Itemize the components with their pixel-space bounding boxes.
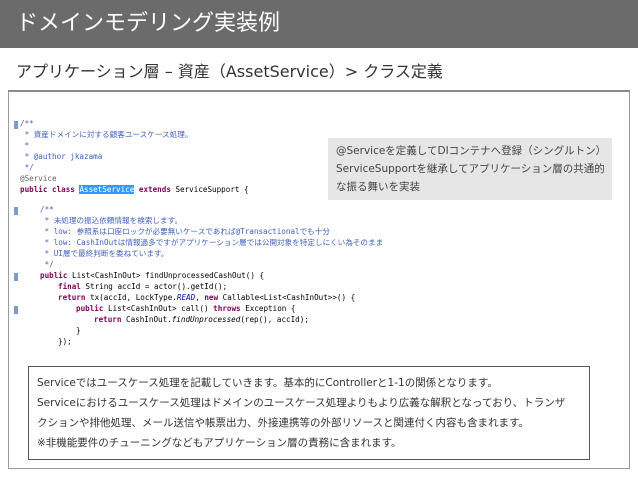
description-text: ※非機能要件のチューニングなどもアプリケーション層の責務に含まれます。 [37,437,402,449]
callout-text: な振る舞いを実装 [336,181,420,193]
callout-text: @Serviceを定義してDIコンテナへ登録（シングルトン） [336,145,607,157]
code-text: CashInOut. [126,315,172,324]
fold-marker-icon [14,207,18,215]
code-line: * 資産ドメインに対する顧客ユースケース処理。 [20,130,193,139]
code-line: return CashInOut.findUnprocessed(rep(), … [94,314,309,325]
code-line: final String accId = actor().getId(); [58,281,227,292]
fold-marker-icon [14,273,18,281]
code-line-annotation: @Service [20,174,57,183]
callout-text: ServiceSupportを継承してアプリケーション層の共通的 [336,163,605,175]
keyword: return [94,315,127,324]
code-line: public List<CashInOut> call() throws Exc… [76,303,295,314]
code-text: (rep(), accId); [240,315,309,324]
slide-title: ドメインモデリング実装例 [16,11,281,36]
fold-marker-icon [14,121,18,129]
code-text: List<CashInOut> call() [108,304,214,313]
code-line: */ [40,260,54,269]
keyword: throws [213,304,246,313]
keyword: final [58,282,86,291]
code-line-method-declaration: public List<CashInOut> findUnprocessedCa… [40,270,264,281]
description-text: Serviceにおけるユースケース処理はドメインのユースケース処理よりもより広義… [37,397,566,409]
code-line: * @author jkazama [20,152,103,161]
code-line: * UI層で最終判断を委ねています。 [40,249,169,258]
code-text: Exception { [245,304,296,313]
code-text: List<CashInOut> findUnprocessedCashOut()… [72,271,265,280]
selected-class-name: AssetService [79,185,135,194]
constant-field: READ [176,293,196,302]
keyword: new [204,293,223,302]
keyword: public class [20,185,80,194]
code-line: } [40,347,45,348]
code-line: /** [20,119,34,128]
description-text: クションや排他処理、メール送信や帳票出力、外接連携等の外部リソースと関連付く内容… [37,417,529,429]
static-method: findUnprocessed [171,315,241,324]
keyword: public [40,271,73,280]
fold-marker-icon [14,306,18,314]
code-line: * [20,141,30,150]
code-line: * 未処理の振込依頼情報を検索します。 [40,216,183,225]
code-line: * low: CashInOutは情報過多ですがアプリケーション層では公開対象を… [40,238,384,247]
code-line: }); [58,337,72,346]
keyword: public [76,304,109,313]
code-line: /** [40,205,54,214]
description-text: Serviceではユースケース処理を記載していきます。基本的にControlle… [37,377,498,389]
slide-subtitle: アプリケーション層 – 資産（AssetService）> クラス定義 [16,62,443,81]
code-text: String accId = actor().getId(); [85,282,228,291]
code-line-class-declaration: public class AssetService extends Servic… [20,184,249,195]
code-line: return tx(accId, LockType.READ, new Call… [58,292,355,303]
code-line: } [76,326,81,335]
description-box: Serviceではユースケース処理を記載していきます。基本的にControlle… [28,366,590,460]
code-text: tx(accId, LockType. [90,293,177,302]
keyword: return [58,293,91,302]
code-line: */ [20,163,34,172]
code-text: Callable<List<CashInOut>>() { [222,293,356,302]
code-text: , [195,293,205,302]
keyword: extends [134,185,176,194]
code-line: * low: 参照系は口座ロックが必要無いケースであれば@Transaction… [40,227,330,236]
callout-box: @Serviceを定義してDIコンテナへ登録（シングルトン） ServiceSu… [328,138,612,200]
slide-title-bar: ドメインモデリング実装例 [0,0,638,48]
code-text: ServiceSupport { [175,185,249,194]
